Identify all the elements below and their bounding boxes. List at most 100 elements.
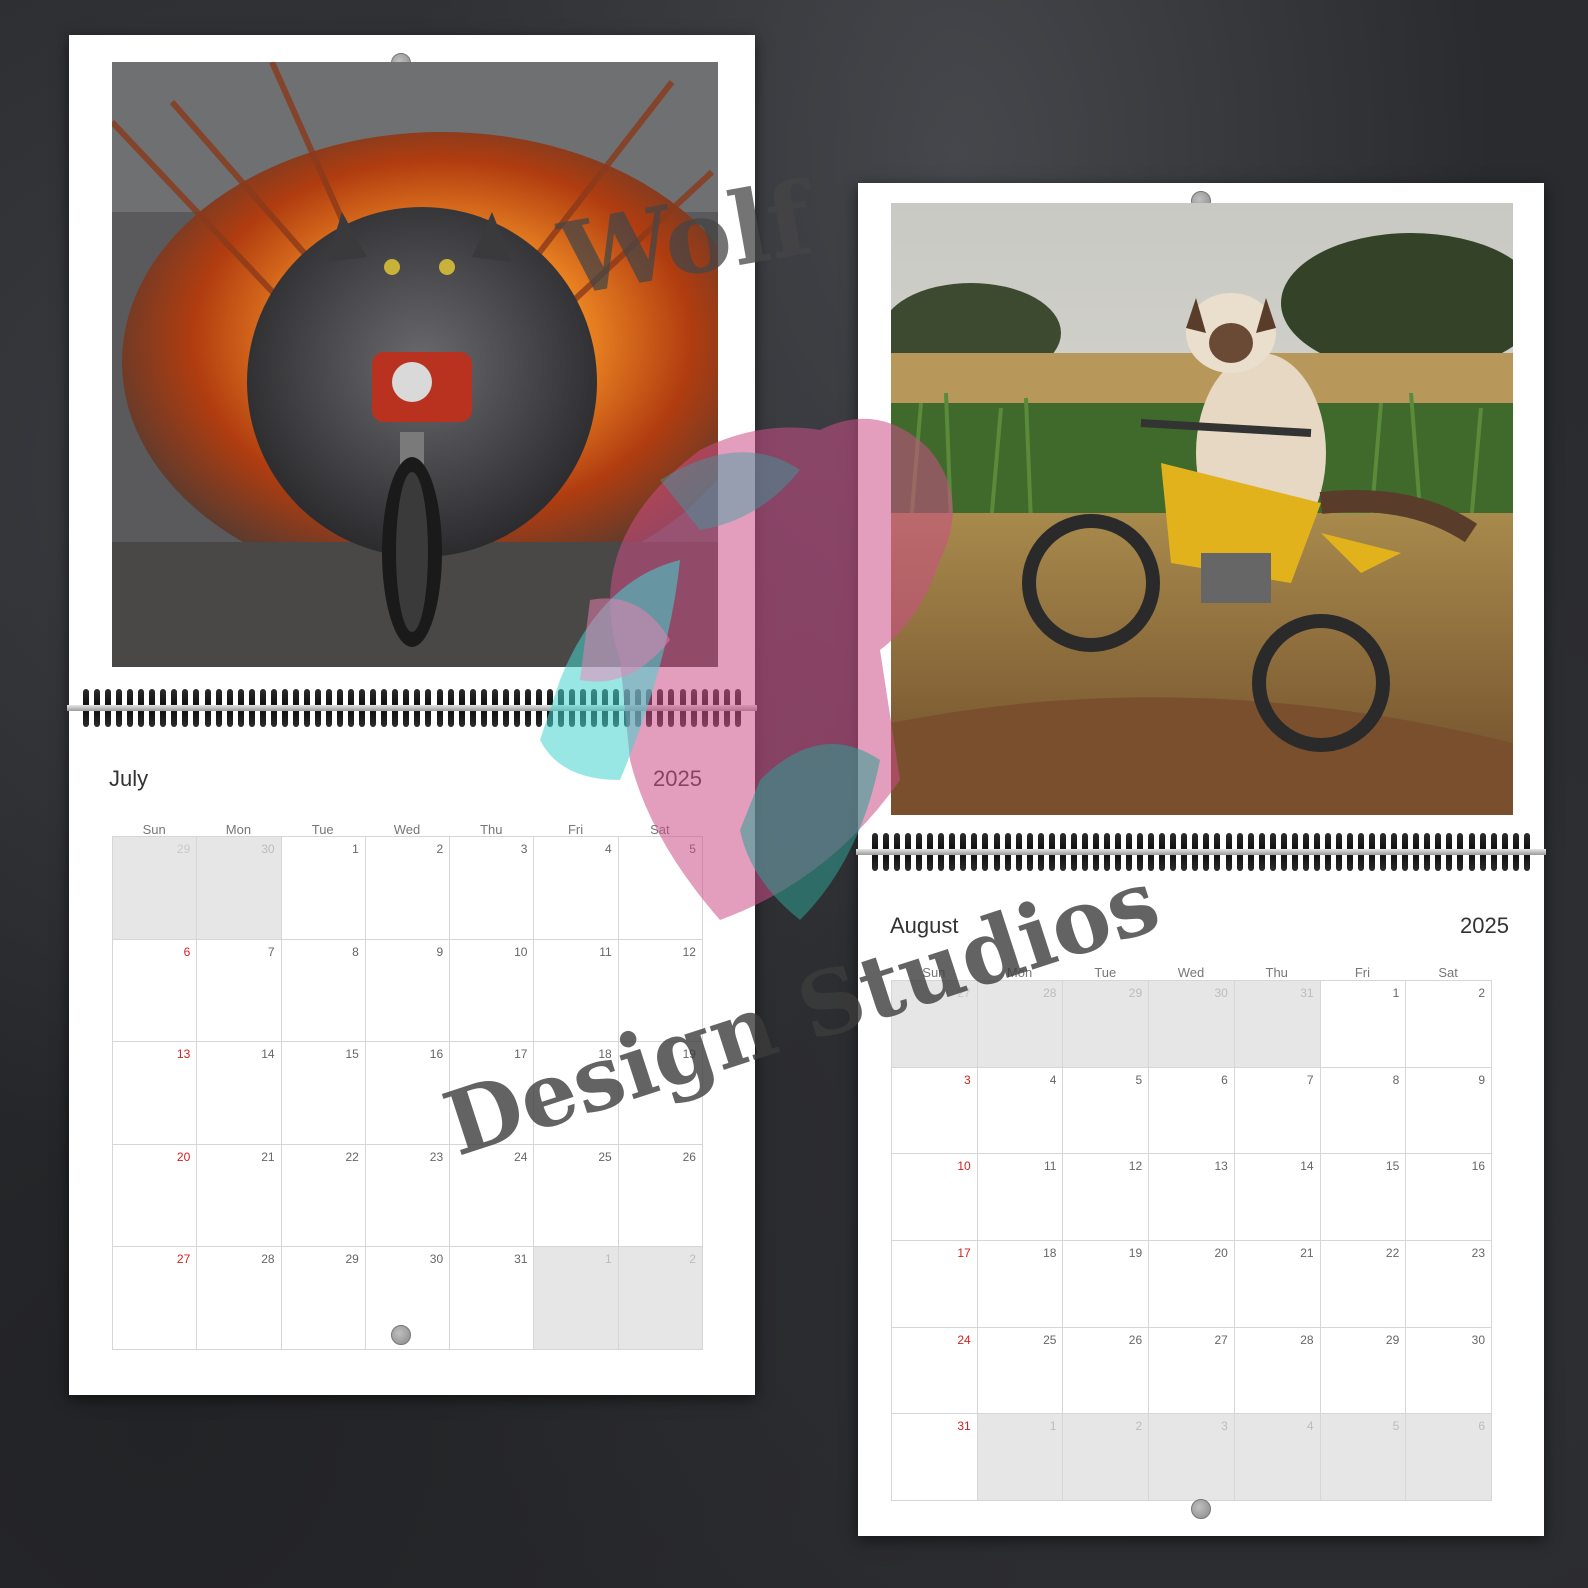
day-cell: 7 [1234,1067,1321,1155]
weekday-label: Tue [311,822,334,837]
weekday-label: Wed [393,822,421,837]
weekday-label: Fri [1354,965,1370,980]
day-number: 3 [1221,1419,1228,1434]
day-cell: 28 [1234,1327,1321,1415]
day-number: 31 [1300,986,1314,1000]
day-cell: 31 [892,1414,978,1501]
day-number: 22 [1385,1245,1400,1260]
weekday-label: Fri [567,822,584,837]
weekday-label: Tue [1094,965,1117,980]
day-number: 31 [514,1252,528,1267]
month-title: August [890,913,959,938]
day-cell: 22 [281,1144,366,1248]
day-cell: 11 [977,1154,1064,1241]
day-cell: 27 [113,1247,198,1350]
day-number: 19 [682,1047,696,1062]
day-number: 27 [957,986,971,1000]
day-cell: 4 [977,1067,1064,1155]
day-number: 5 [1135,1072,1143,1087]
day-number: 16 [429,1047,444,1062]
day-number: 21 [1300,1245,1314,1260]
day-cell-outside-month: 30 [1149,981,1235,1068]
day-cell: 10 [450,939,535,1043]
day-cell-outside-month: 1 [534,1247,619,1350]
photo-siamese-cat-dirt-bike [891,203,1513,815]
day-number: 17 [957,1245,971,1260]
spiral-binding [67,686,757,730]
day-number: 13 [1214,1159,1228,1174]
day-number: 1 [605,1252,612,1267]
day-cell-outside-month: 27 [892,981,978,1068]
day-number: 30 [1214,986,1228,1000]
day-number: 15 [1385,1159,1400,1174]
day-cell: 25 [977,1327,1064,1415]
day-number: 16 [1471,1159,1485,1174]
day-cell-outside-month: 28 [977,981,1064,1068]
day-cell: 20 [1149,1240,1235,1328]
day-number: 29 [345,1252,359,1267]
day-number: 18 [598,1047,612,1062]
day-cell: 26 [618,1144,703,1248]
day-cell: 23 [365,1144,451,1248]
day-number: 18 [1043,1245,1057,1260]
day-cell-outside-month: 2 [1063,1414,1150,1501]
weekday-label: Mon [225,822,252,837]
weekday-label: Sun [922,965,946,980]
day-cell: 4 [534,837,619,940]
photo-gray-cat-explosion [112,62,718,667]
day-cell: 18 [534,1042,619,1145]
weekday-header: Sun Mon Tue Wed Thu Fri Sat [891,965,1491,980]
day-cell-outside-month: 31 [1234,981,1321,1068]
day-number: 9 [436,944,444,959]
day-number: 22 [345,1149,359,1164]
day-cell: 9 [1406,1067,1492,1155]
day-number: 11 [1043,1159,1057,1174]
calendar-grid-july: 29 30 1 2 3 4 5 6 7 8 9 10 11 12 13 14 15 16 17 18 19 20 21 22 2… [112,836,703,1350]
day-cell: 13 [113,1042,198,1145]
weekday-label: Mon [1006,965,1033,980]
day-cell: 11 [534,939,619,1043]
day-number: 30 [1471,1332,1485,1347]
day-number: 19 [1128,1245,1143,1260]
day-cell-outside-month: 29 [1063,981,1150,1068]
day-cell: 24 [892,1327,978,1415]
day-cell: 20 [113,1144,198,1248]
calendar-grid-august: 27 28 29 30 31 1 2 3 4 5 6 7 8 9 10 11 12 13 14 15 16 17 18 19 2… [891,980,1492,1501]
day-cell: 29 [281,1247,366,1350]
day-cell: 25 [534,1144,619,1248]
day-number: 21 [261,1149,275,1164]
day-number: 23 [429,1149,444,1164]
day-cell-outside-month: 30 [197,837,282,940]
month-title: July [109,766,149,791]
day-cell-outside-month: 2 [618,1247,703,1350]
day-number: 4 [1306,1419,1314,1434]
day-number: 28 [1043,986,1057,1000]
day-number: 4 [605,842,612,856]
day-number: 8 [1392,1072,1400,1087]
day-cell: 29 [1320,1327,1407,1415]
day-cell: 16 [365,1042,451,1145]
day-cell: 26 [1063,1327,1150,1415]
weekday-label: Thu [480,822,503,837]
weekday-label: Thu [1265,965,1288,980]
day-cell: 15 [281,1042,366,1145]
day-cell: 24 [450,1144,535,1248]
day-number: 20 [176,1149,191,1164]
day-cell: 1 [281,837,366,940]
day-number: 4 [1049,1072,1057,1087]
day-number: 13 [176,1047,191,1062]
day-number: 5 [1392,1419,1400,1434]
day-number: 12 [682,944,696,959]
day-cell: 7 [197,939,282,1043]
day-cell: 22 [1320,1240,1407,1328]
day-cell: 8 [1320,1067,1407,1155]
day-number: 24 [957,1332,971,1347]
day-number: 23 [1471,1245,1485,1260]
day-cell: 13 [1149,1154,1235,1241]
day-cell: 6 [1149,1067,1235,1155]
year-label: 2025 [653,766,702,791]
day-number: 7 [267,944,275,959]
day-number: 25 [1043,1332,1057,1347]
day-cell: 21 [1234,1240,1321,1328]
day-number: 26 [1128,1332,1143,1347]
